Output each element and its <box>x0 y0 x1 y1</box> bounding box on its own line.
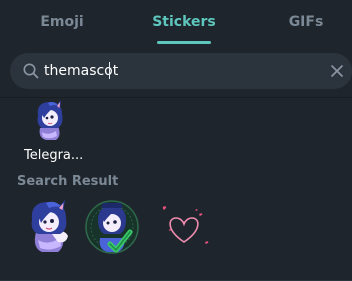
tab-gifs[interactable]: GIFs <box>262 0 350 44</box>
search-input[interactable] <box>44 57 314 85</box>
sticker-set-thumbnail[interactable] <box>28 98 72 142</box>
section-heading: Search Result <box>17 174 119 189</box>
sticker-set-title: Telegra... <box>24 148 84 163</box>
mascot-checkmark-sticker[interactable] <box>84 198 140 254</box>
search-bar <box>10 53 352 89</box>
heart-outline-sticker[interactable] <box>156 198 212 254</box>
tab-bar: Emoji Stickers GIFs <box>0 0 352 46</box>
close-icon[interactable] <box>329 63 345 79</box>
tab-stickers[interactable]: Stickers <box>140 0 228 44</box>
text-caret <box>109 62 110 79</box>
tab-emoji[interactable]: Emoji <box>18 0 106 44</box>
search-icon <box>23 63 39 79</box>
active-tab-indicator <box>157 41 211 44</box>
mascot-girl-sticker[interactable] <box>22 198 78 254</box>
sticker-panel: Emoji Stickers GIFs Telegra... Sear <box>0 0 352 281</box>
